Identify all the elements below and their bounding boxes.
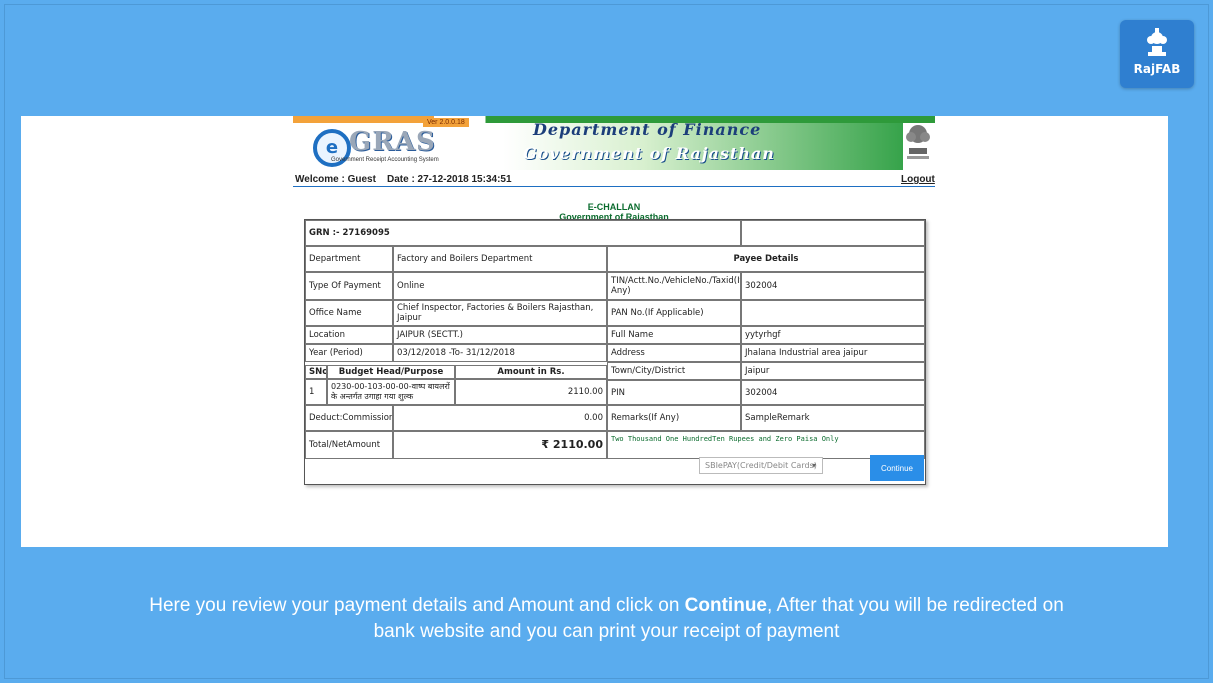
sno-header: SNo. [305, 365, 327, 379]
caption-line2: bank website and you can print your rece… [373, 621, 840, 642]
location-label: Location [305, 326, 393, 344]
amount-value: 2110.00 [455, 379, 607, 405]
egras-header: e GRAS Government Receipt Accounting Sys… [293, 116, 935, 170]
continue-button[interactable]: Continue [870, 455, 924, 481]
payment-type-label: Type Of Payment [305, 272, 393, 300]
pan-value [741, 300, 925, 326]
pin-value: 302004 [741, 380, 925, 405]
grn-value: GRN :- 27169095 [309, 228, 390, 238]
payment-gateway-select[interactable]: SBIePAY(Credit/Debit Cards) ▾ [699, 457, 823, 474]
department-value: Factory and Boilers Department [393, 246, 607, 272]
government-title: Government of Rajasthan [523, 144, 775, 163]
period-value: 03/12/2018 -To- 31/12/2018 [393, 344, 607, 362]
pin-label: PIN [607, 380, 741, 405]
welcome-text: Welcome : Guest [295, 174, 376, 185]
tin-value: 302004 [741, 272, 925, 300]
grn-cell: GRN :- 27169095 [305, 220, 741, 246]
version-tag: Ver 2.0.0.18 [423, 118, 469, 127]
address-value: Jhalana Industrial area jaipur [741, 344, 925, 362]
payee-details-header: Payee Details [607, 246, 925, 272]
amount-header: Amount in Rs. [455, 365, 607, 379]
town-value: Jaipur [741, 362, 925, 380]
chevron-down-icon: ▾ [811, 461, 816, 470]
egras-logo-area: e GRAS Government Receipt Accounting Sys… [293, 118, 493, 170]
header-rule [293, 186, 935, 187]
payment-gateway-value: SBIePAY(Credit/Debit Cards) [705, 461, 817, 470]
screenshot-panel: e GRAS Government Receipt Accounting Sys… [21, 116, 1168, 547]
town-label: Town/City/District [607, 362, 741, 380]
full-name-value: yytyrhgf [741, 326, 925, 344]
tin-label: TIN/Actt.No./VehicleNo./Taxid(If Any) [607, 272, 741, 300]
caption-part1: Here you review your payment details and… [149, 595, 685, 616]
egras-logo-text: GRAS [349, 127, 436, 157]
caption-part2: , After that you will be redirected on [767, 595, 1064, 616]
department-title: Department of Finance [533, 120, 762, 139]
period-label: Year (Period) [305, 344, 393, 362]
budget-head-value: 0230-00-103-00-00-वाष्प बायलरों के अन्तर… [327, 379, 455, 405]
grn-right-cell [741, 220, 925, 246]
location-value: JAIPUR (SECTT.) [393, 326, 607, 344]
remarks-value: SampleRemark [741, 405, 925, 431]
payment-type-value: Online [393, 272, 607, 300]
remarks-label: Remarks(If Any) [607, 405, 741, 431]
challan-form: GRN :- 27169095 Department Factory and B… [304, 219, 926, 485]
deduct-value: 0.00 [393, 405, 607, 431]
date-text: Date : 27-12-2018 15:34:51 [387, 174, 512, 185]
instruction-caption: Here you review your payment details and… [0, 593, 1213, 645]
rajfab-logo: RajFAB [1120, 20, 1194, 88]
ashoka-emblem-icon [906, 125, 930, 159]
caption-bold: Continue [684, 595, 767, 616]
logout-link[interactable]: Logout [901, 174, 935, 185]
deduct-label: Deduct:Commission [305, 405, 393, 431]
rajfab-text: RajFAB [1133, 62, 1181, 76]
department-label: Department [305, 246, 393, 272]
total-label: Total/NetAmount [305, 431, 393, 459]
egras-subtitle: Government Receipt Accounting System [331, 157, 439, 163]
office-value: Chief Inspector, Factories & Boilers Raj… [393, 300, 607, 326]
pan-label: PAN No.(If Applicable) [607, 300, 741, 326]
total-value: ₹ 2110.00 [393, 431, 607, 459]
full-name-label: Full Name [607, 326, 741, 344]
budget-head-header: Budget Head/Purpose [327, 365, 455, 379]
echallan-title: E-CHALLAN [587, 202, 641, 212]
address-label: Address [607, 344, 741, 362]
office-label: Office Name [305, 300, 393, 326]
state-emblem-icon [1147, 28, 1167, 56]
sno-value: 1 [305, 379, 327, 405]
